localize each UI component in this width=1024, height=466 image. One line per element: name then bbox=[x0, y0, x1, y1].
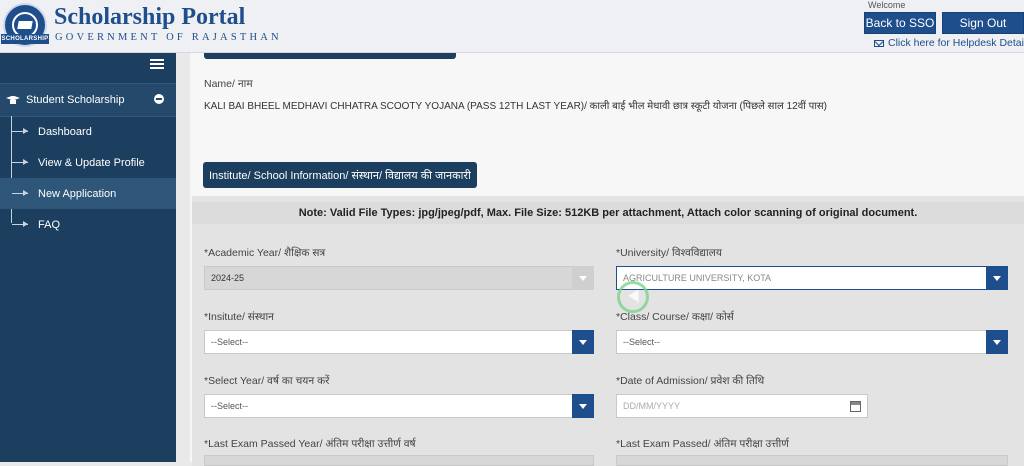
academic-year-select[interactable]: 2024-25 bbox=[204, 266, 594, 290]
last-exam-label: *Last Exam Passed/ अंतिम परीक्षा उत्तीर्… bbox=[616, 438, 789, 450]
institute-form: Note: Valid File Types: jpg/jpeg/pdf, Ma… bbox=[192, 196, 1024, 466]
scheme-name-value: KALI BAI BHEEL MEDHAVI CHHATRA SCOOTY YO… bbox=[204, 101, 828, 112]
last-exam-year-select[interactable] bbox=[204, 455, 594, 466]
sidebar-item-dashboard[interactable]: Dashboard bbox=[0, 116, 176, 147]
admission-date-label: *Date of Admission/ प्रवेश की तिथि bbox=[616, 375, 765, 387]
graduation-cap-icon bbox=[6, 96, 20, 105]
select-year-value: --Select-- bbox=[211, 401, 249, 411]
scheme-name-label: Name/ नाम bbox=[204, 78, 253, 90]
arrow-right-icon bbox=[12, 190, 28, 196]
chevron-down-icon bbox=[572, 330, 594, 354]
last-exam-year-label: *Last Exam Passed Year/ अंतिम परीक्षा उत… bbox=[204, 438, 416, 450]
chevron-down-icon bbox=[986, 266, 1008, 290]
academic-year-label: *Academic Year/ शैक्षिक सत्र bbox=[204, 247, 326, 259]
sidebar-item-label: View & Update Profile bbox=[38, 156, 145, 169]
arrow-right-icon bbox=[12, 159, 28, 165]
institute-section-heading: Institute/ School Information/ संस्थान/ … bbox=[203, 162, 477, 188]
mouse-cursor-icon bbox=[617, 281, 649, 313]
header: SCHOLARSHIP Scholarship Portal GOVERNMEN… bbox=[0, 0, 1024, 53]
back-to-sso-button[interactable]: Back to SSO bbox=[864, 12, 936, 34]
collapse-icon[interactable] bbox=[154, 94, 164, 104]
seal-ribbon: SCHOLARSHIP bbox=[1, 34, 49, 44]
menu-toggle-icon[interactable] bbox=[150, 59, 164, 71]
main-content: Name/ नाम KALI BAI BHEEL MEDHAVI CHHATRA… bbox=[190, 53, 1024, 466]
university-select[interactable]: AGRICULTURE UNIVERSITY, KOTA bbox=[616, 266, 1008, 290]
academic-year-value: 2024-25 bbox=[211, 273, 245, 283]
brand-title: Scholarship Portal bbox=[54, 4, 246, 30]
helpdesk-link[interactable]: Click here for Helpdesk Details bbox=[874, 37, 1024, 49]
sidebar-item-label: Dashboard bbox=[38, 125, 92, 138]
university-value: AGRICULTURE UNIVERSITY, KOTA bbox=[623, 273, 772, 283]
sidebar-item-label: FAQ bbox=[38, 218, 61, 231]
arrow-right-icon bbox=[12, 128, 28, 134]
sidebar-item-new-application[interactable]: New Application bbox=[0, 178, 176, 209]
chevron-down-icon bbox=[986, 330, 1008, 354]
welcome-text: Welcome bbox=[868, 0, 906, 10]
admission-date-input[interactable]: DD/MM/YYYY bbox=[616, 394, 868, 418]
institute-value: --Select-- bbox=[211, 337, 249, 347]
file-note: Note: Valid File Types: jpg/jpeg/pdf, Ma… bbox=[192, 202, 1024, 224]
chevron-down-icon bbox=[572, 394, 594, 418]
calendar-icon[interactable] bbox=[850, 401, 861, 412]
chevron-down-icon bbox=[572, 266, 594, 290]
sidebar-item-faq[interactable]: FAQ bbox=[0, 209, 176, 240]
class-course-value: --Select-- bbox=[623, 337, 661, 347]
sidebar-section-student-scholarship[interactable]: Student Scholarship bbox=[0, 83, 176, 117]
select-year-select[interactable]: --Select-- bbox=[204, 394, 594, 418]
sidebar-item-view-update-profile[interactable]: View & Update Profile bbox=[0, 147, 176, 178]
sidebar-item-label: New Application bbox=[38, 187, 117, 200]
institute-select[interactable]: --Select-- bbox=[204, 330, 594, 354]
sign-out-button[interactable]: Sign Out bbox=[942, 12, 1024, 34]
mail-icon bbox=[874, 39, 884, 47]
sidebar: Student Scholarship Dashboard View & Upd… bbox=[0, 53, 176, 462]
arrow-right-icon bbox=[12, 221, 28, 227]
select-year-label: *Select Year/ वर्ष का चयन करें bbox=[204, 375, 330, 387]
admission-date-placeholder: DD/MM/YYYY bbox=[623, 401, 681, 411]
institute-label: *Insitute/ संस्थान bbox=[204, 311, 275, 323]
university-label: *University/ विश्वविद्यालय bbox=[616, 247, 722, 259]
helpdesk-label: Click here for Helpdesk Details bbox=[888, 37, 1024, 49]
sidebar-section-label: Student Scholarship bbox=[26, 94, 125, 106]
brand-subtitle: GOVERNMENT OF RAJASTHAN bbox=[55, 32, 282, 43]
class-course-select[interactable]: --Select-- bbox=[616, 330, 1008, 354]
section-header-strip bbox=[204, 53, 456, 59]
last-exam-select[interactable] bbox=[616, 455, 1008, 466]
